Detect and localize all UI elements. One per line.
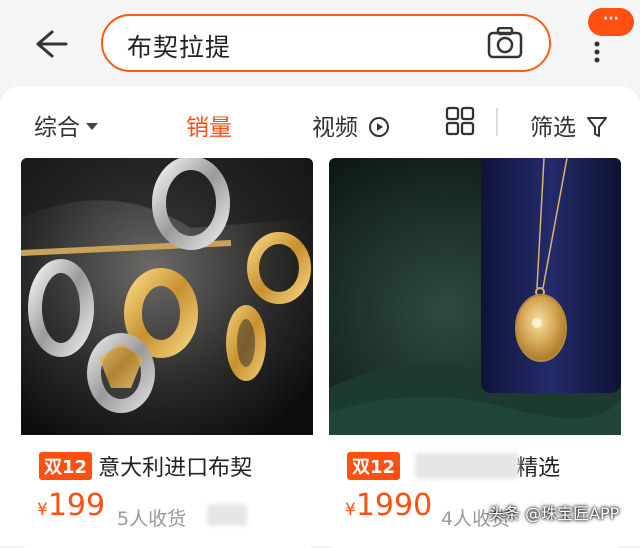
price-value: 1990 <box>355 488 433 523</box>
search-query[interactable]: 布契拉提 <box>127 28 231 64</box>
filter-video-label: 视频 <box>312 115 358 141</box>
product-title[interactable]: 双12 意大利进口布契 <box>39 450 252 482</box>
funnel-icon <box>587 117 608 137</box>
filter-comprehensive[interactable]: 综合 <box>34 108 98 142</box>
dropdown-caret-icon <box>86 123 98 130</box>
filter-video[interactable]: 视频 <box>312 108 390 142</box>
currency-symbol: ¥ <box>345 500 356 520</box>
promo-tag: 双12 <box>39 452 93 480</box>
sold-count: 5人收货 <box>117 508 187 530</box>
price-value: 199 <box>47 488 106 523</box>
promo-tag: 双12 <box>347 452 401 480</box>
watermark: 头条 @珠宝匠APP <box>488 504 620 523</box>
play-circle-icon <box>369 117 390 137</box>
filter-screen-label: 筛选 <box>530 115 576 141</box>
product-image-locket[interactable] <box>329 158 621 435</box>
filter-screen[interactable]: 筛选 <box>530 108 608 142</box>
product-price: ¥199 <box>37 488 105 523</box>
product-title-text: 意大利进口布契 <box>98 456 253 481</box>
search-bar[interactable]: 布契拉提 <box>101 14 551 72</box>
divider <box>496 108 498 136</box>
filter-sales[interactable]: 销量 <box>186 108 232 142</box>
filter-comprehensive-label: 综合 <box>34 115 80 141</box>
grid-view-icon[interactable] <box>445 106 475 136</box>
product-image-rings[interactable] <box>21 158 313 435</box>
product-title-text: 精选 <box>516 456 561 481</box>
currency-symbol: ¥ <box>37 500 48 520</box>
more-options-icon[interactable] <box>592 40 602 64</box>
camera-icon[interactable] <box>487 27 523 59</box>
blurred-text <box>415 453 519 479</box>
more-badge[interactable]: ··· <box>588 8 634 36</box>
product-price: ¥1990 <box>345 488 432 523</box>
product-card[interactable]: 双12 精选 ¥1990 4人收货 <box>329 158 621 548</box>
blurred-text <box>207 504 247 526</box>
filter-bar: 综合 销量 视频 筛选 <box>0 86 640 156</box>
back-arrow-icon[interactable] <box>32 26 68 62</box>
product-card[interactable]: 双12 意大利进口布契 ¥199 5人收货 <box>21 158 313 548</box>
